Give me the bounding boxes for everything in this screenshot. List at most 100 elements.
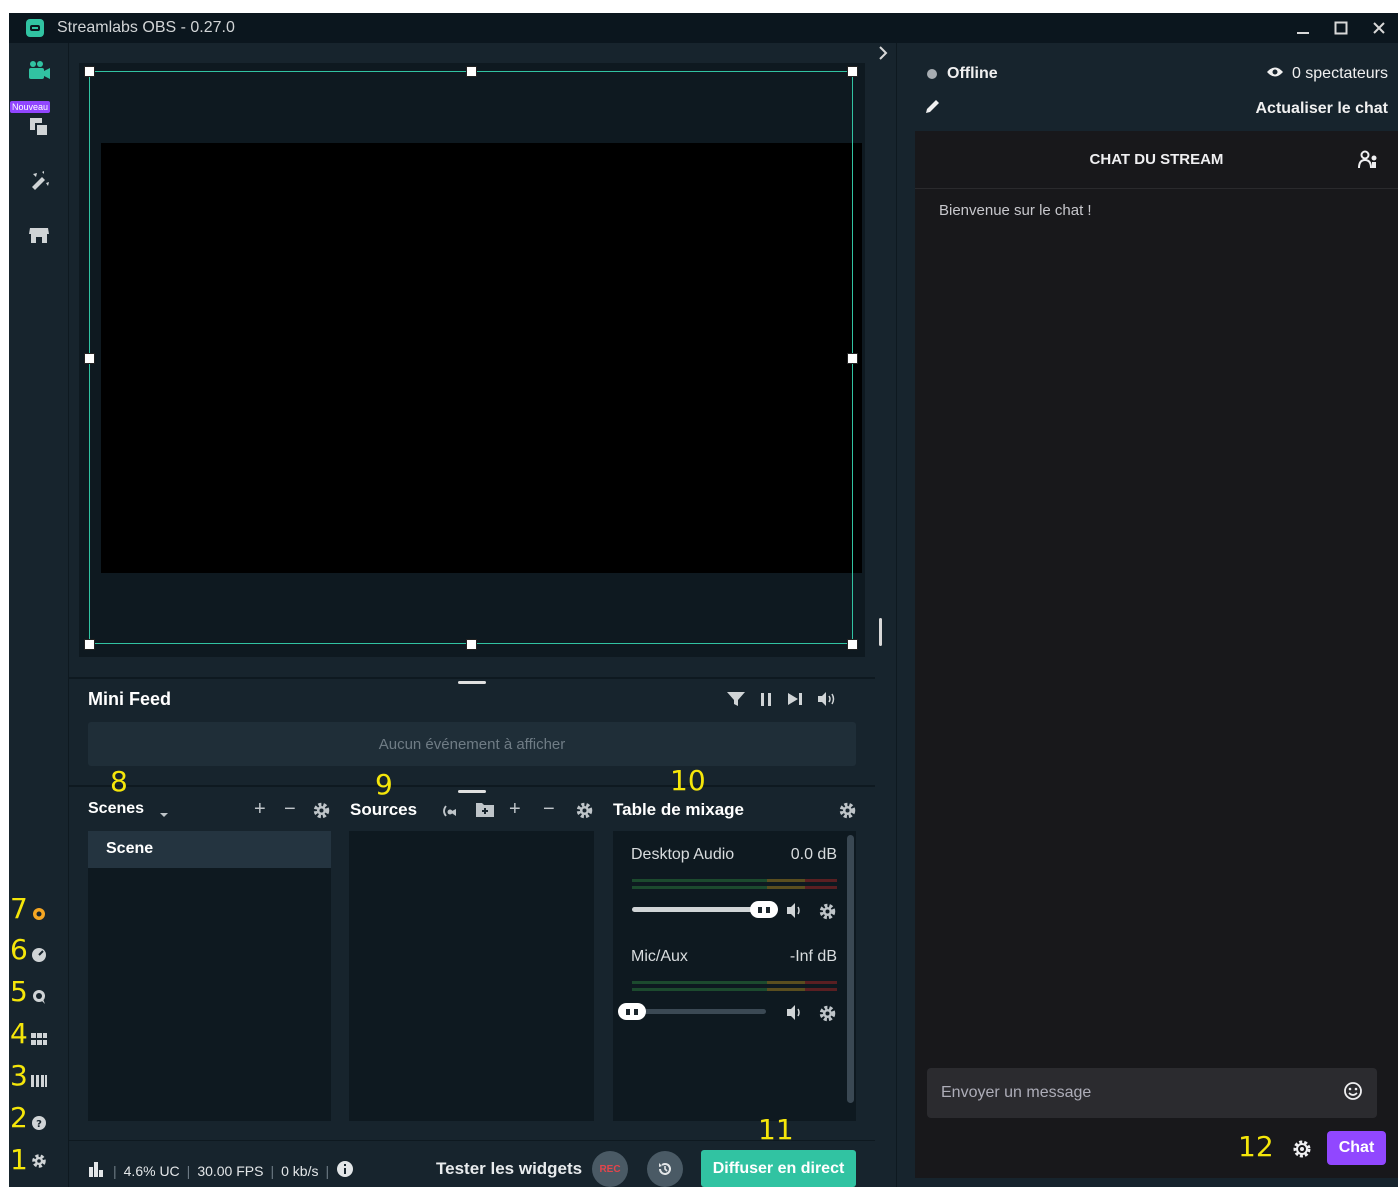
mic-aux-volume-slider[interactable] [632,1009,766,1014]
desktop-audio-db: 0.0 dB [790,846,837,863]
desktop-audio-speaker-icon[interactable] [786,903,804,923]
eye-icon [1266,65,1284,83]
minifeed-resize-grip[interactable] [458,681,486,684]
chat-send-button[interactable]: Chat [1327,1131,1386,1165]
chat-send-label: Chat [1338,1139,1375,1156]
add-scene-button[interactable]: + [254,799,266,819]
columns-icon[interactable] [31,1073,47,1089]
grid-layout-icon[interactable] [31,1031,47,1047]
chat-welcome-message: Bienvenue sur le chat ! [939,202,1092,219]
fps-value: 30.00 FPS [197,1162,264,1179]
help-icon[interactable]: ? [31,1115,47,1131]
source-settings-gear-icon[interactable] [576,802,593,824]
desktop-audio-meter-green-2 [632,886,767,889]
annotation-5: 5 [10,975,28,1008]
desktop-audio-meter-red-2 [805,886,837,889]
maximize-button[interactable] [1322,13,1360,43]
scene-settings-gear-icon[interactable] [313,802,330,824]
edit-stream-pencil-icon[interactable] [924,97,942,120]
resize-handle-br[interactable] [847,639,858,650]
chat-settings-gear-icon[interactable] [1292,1139,1312,1164]
desktop-audio-slider-knob[interactable] [750,901,778,918]
desktop-audio-volume-slider[interactable] [632,907,766,912]
scene-item[interactable]: Scene [88,831,331,868]
info-icon[interactable] [336,1160,354,1181]
minifeed-title: Mini Feed [88,689,172,709]
close-icon [1373,22,1385,34]
remove-source-button[interactable]: − [543,799,555,819]
annotation-4: 4 [10,1017,28,1050]
dashboard-gauge-icon[interactable] [31,947,47,963]
remove-scene-button[interactable]: − [284,799,296,819]
preview-canvas[interactable] [79,63,865,657]
mic-aux-speaker-icon[interactable] [786,1005,804,1025]
resize-handle-r[interactable] [847,353,858,364]
resize-handle-tl[interactable] [84,66,95,77]
scenes-dropdown-chevron-icon[interactable] [159,806,169,824]
mixer-title: Table de mixage [613,800,745,819]
mic-aux-meter-yellow [767,981,805,984]
streamlabs-logo-icon [26,19,44,37]
comment-icon[interactable] [31,989,47,1005]
resize-handle-bl[interactable] [84,639,95,650]
theme-tools-icon[interactable] [27,168,51,192]
annotation-8: 8 [110,765,128,798]
desktop-audio-meter-red [805,879,837,882]
scenes-title[interactable]: Scenes [88,800,144,818]
resize-handle-tr[interactable] [847,66,858,77]
app-window: Nouveau 7 6 5 4 3 2 ? 1 Mini Feed Aucun … [9,43,1398,1187]
desktop-audio-meter-yellow-2 [767,886,805,889]
add-source-button[interactable]: + [509,799,521,819]
annotation-2: 2 [10,1101,28,1134]
selection-frame[interactable] [89,71,853,644]
annotation-1: 1 [10,1143,28,1176]
resize-handle-b[interactable] [466,639,477,650]
add-folder-icon[interactable] [475,801,495,823]
annotation-10: 10 [670,764,706,797]
collapse-chat-chevron-icon[interactable] [877,45,889,66]
volume-icon[interactable] [817,691,837,712]
mic-aux-meter-red-2 [805,988,837,991]
annotation-11: 11 [758,1113,794,1146]
annotation-7: 7 [10,892,28,925]
mic-aux-meter-yellow-2 [767,988,805,991]
vertical-resize-grip[interactable] [879,618,882,646]
replay-buffer-button[interactable] [647,1151,683,1187]
performance-stats: | 4.6% UC | 30.00 FPS | 0 kb/s | [88,1160,354,1181]
chat-message-input[interactable]: Envoyer un message [927,1068,1377,1118]
bar-chart-icon[interactable] [88,1161,106,1180]
mic-aux-slider-knob[interactable] [618,1003,646,1020]
settings-gear-icon[interactable] [31,1153,47,1169]
highlighter-icon[interactable] [31,906,47,922]
store-icon[interactable] [27,223,51,247]
chat-users-icon[interactable] [1358,150,1380,175]
editor-preview [69,43,875,677]
mixer-settings-gear-icon[interactable] [839,802,856,824]
resize-handle-t[interactable] [466,66,477,77]
close-button[interactable] [1360,13,1398,43]
desktop-audio-gear-icon[interactable] [819,903,836,925]
scene-item-label: Scene [106,840,154,857]
cpu-usage: 4.6% UC [123,1162,180,1179]
refresh-chat-link[interactable]: Actualiser le chat [1256,100,1389,118]
editor-resize-grip[interactable] [458,790,486,793]
minimize-button[interactable] [1284,13,1322,43]
scenes-list [88,831,331,1121]
viewer-count: 0 spectateurs [1266,65,1388,83]
global-sources-broadcast-icon[interactable] [440,803,460,824]
mic-aux-gear-icon[interactable] [819,1005,836,1027]
pause-icon[interactable] [759,691,773,712]
mixer-scrollbar[interactable] [847,835,854,1103]
record-button[interactable]: REC [592,1151,628,1187]
title-bar: Streamlabs OBS - 0.27.0 [9,13,1398,43]
layout-editor-icon[interactable] [27,115,51,139]
skip-icon[interactable] [787,691,803,712]
emoji-icon[interactable] [1343,1081,1363,1106]
studio-mode-camera-icon[interactable] [27,59,51,83]
filter-icon[interactable] [727,691,745,712]
test-widgets-button[interactable]: Tester les widgets [436,1159,582,1179]
resize-handle-l[interactable] [84,353,95,364]
go-live-button[interactable]: Diffuser en direct [701,1150,856,1187]
minifeed-empty-text: Aucun événement à afficher [378,735,566,753]
section-divider [69,785,875,787]
